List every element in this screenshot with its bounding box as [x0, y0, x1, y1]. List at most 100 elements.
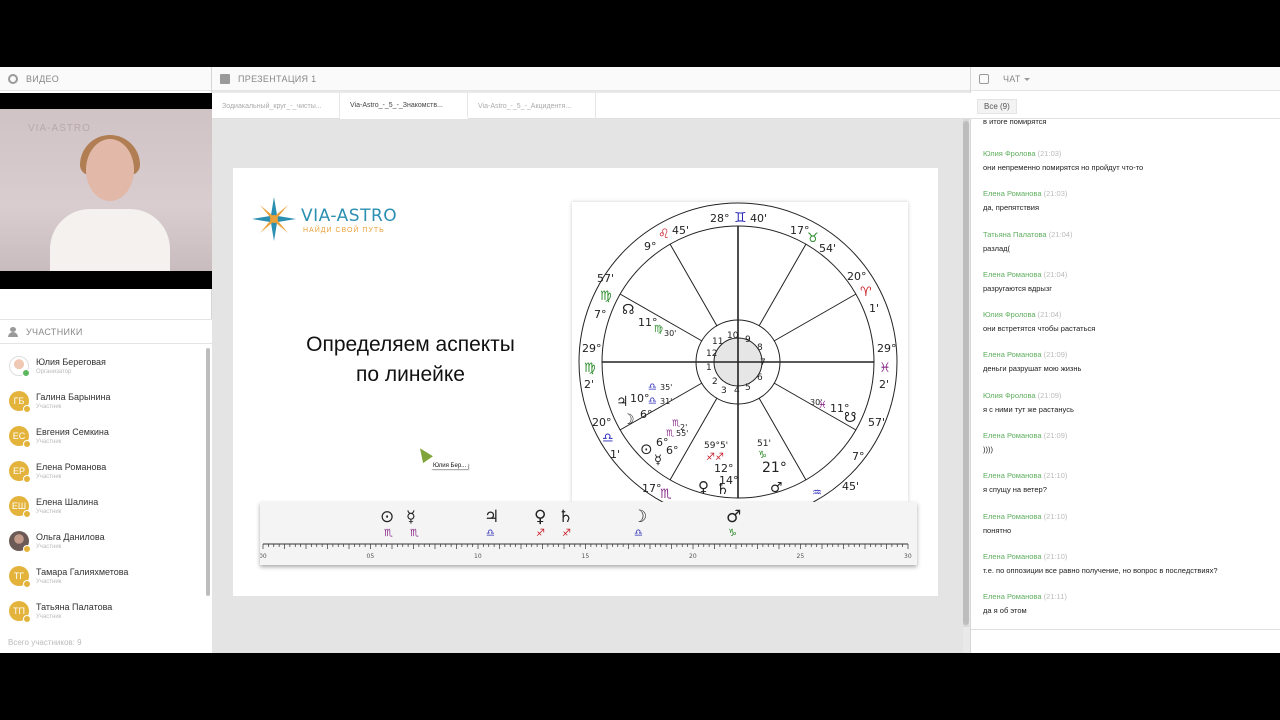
- chat-message-header: Елена Романова (21:11): [983, 584, 1280, 601]
- participant-role: Участник: [36, 438, 62, 445]
- chat-time: (21:04): [1048, 229, 1073, 239]
- ruler-tick-label: 05: [367, 553, 375, 560]
- participant-row[interactable]: ЕШ Елена Шалина Участник: [0, 488, 204, 523]
- chat-time: (21:10): [1043, 551, 1068, 561]
- left-column: ВИДЕО VIA-ASTRO УЧАСТНИКИ Юлия Береговая…: [0, 67, 212, 653]
- participant-info: Ольга Данилова Участник: [36, 532, 105, 550]
- svg-text:31': 31': [660, 397, 672, 406]
- tab-zodiac-circle[interactable]: Зодиакальный_круг_-_чисты...: [212, 93, 340, 119]
- svg-text:2': 2': [584, 378, 594, 391]
- participants-title: УЧАСТНИКИ: [26, 326, 83, 337]
- svg-text:6°: 6°: [640, 408, 653, 421]
- presenter-cursor-icon: [415, 444, 433, 464]
- participant-row[interactable]: ТГ Тамара Галияхметова Участник: [0, 558, 204, 593]
- participant-row[interactable]: ГБ Галина Барынина Участник: [0, 383, 204, 418]
- presenter-body: [50, 209, 170, 271]
- svg-text:2: 2: [712, 377, 718, 387]
- logo-title: VIA-ASTRO: [301, 206, 398, 226]
- svg-text:☽: ☽: [632, 507, 647, 527]
- svg-text:⊙: ⊙: [380, 507, 394, 527]
- svg-text:♐♐: ♐♐: [706, 452, 724, 463]
- svg-text:57': 57': [868, 416, 885, 429]
- svg-text:♎: ♎: [486, 528, 495, 539]
- chevron-down-icon: [1023, 77, 1030, 81]
- tab-via-astro-accidental[interactable]: Via-Astro_-_5_-_Акцидентя...: [468, 93, 596, 119]
- presentation-scrollbar[interactable]: [963, 119, 969, 627]
- status-badge: [23, 439, 31, 448]
- participant-row[interactable]: ТП Татьяна Палатова Участник: [0, 593, 204, 628]
- chat-title: ЧАТ: [1003, 73, 1021, 84]
- svg-text:♀: ♀: [534, 507, 546, 527]
- video-stream[interactable]: VIA-ASTRO: [0, 93, 212, 289]
- via-astro-logo: VIA-ASTRO НАЙДИ СВОЙ ПУТЬ: [249, 194, 409, 244]
- slide-heading-line1: Определяем аспекты: [306, 333, 515, 356]
- avatar: ЕР: [9, 460, 31, 483]
- status-badge: [23, 404, 31, 413]
- chat-message: Елена Романова (21:04) разругаются вдрызг: [971, 262, 1280, 302]
- svg-text:8: 8: [757, 343, 763, 353]
- chat-message-header: Елена Романова (21:09): [983, 423, 1280, 440]
- participant-row[interactable]: ЕС Евгения Семкина Участник: [0, 418, 204, 453]
- chat-author: Татьяна Палатова: [983, 229, 1047, 239]
- chat-title-button[interactable]: ЧАТ: [1003, 74, 1030, 84]
- svg-text:1': 1': [610, 448, 620, 461]
- svg-text:♏: ♏: [666, 429, 674, 439]
- svg-text:29°: 29°: [877, 342, 897, 355]
- avatar: ТГ: [9, 565, 31, 588]
- chat-message: Юлия Фролова (21:09) я с ними тут же раст…: [971, 383, 1280, 423]
- avatar-initials: ТГ: [13, 570, 25, 581]
- presentation-tabs: Зодиакальный_круг_-_чисты... Via-Astro_-…: [212, 93, 971, 119]
- participant-info: Елена Романова Участник: [36, 462, 106, 480]
- svg-text:☿: ☿: [406, 507, 416, 526]
- chat-text: да, препятствия: [983, 203, 1040, 213]
- chat-filter-all[interactable]: Все (9): [977, 99, 1017, 114]
- chat-message: Елена Романова (21:03) да, препятствия: [971, 181, 1280, 221]
- svg-text:♍: ♍: [584, 361, 596, 376]
- svg-text:4: 4: [734, 386, 740, 396]
- svg-text:59°5': 59°5': [704, 441, 728, 451]
- status-badge: [23, 474, 31, 483]
- chat-input[interactable]: [971, 629, 1280, 653]
- svg-text:♎: ♎: [648, 382, 657, 393]
- chat-message: в итоге помирятся: [971, 119, 1280, 141]
- chat-time: (21:10): [1043, 471, 1068, 481]
- svg-text:♏: ♏: [384, 528, 393, 539]
- chat-message: Елена Романова (21:11) да я об этом: [971, 584, 1280, 624]
- svg-text:45': 45': [842, 480, 859, 493]
- chat-message-header: Юлия Фролова (21:04): [983, 302, 1280, 319]
- participant-info: Юлия Береговая Организатор: [36, 357, 106, 375]
- svg-text:♌: ♌: [658, 227, 670, 242]
- natal-chart: 28° ♊ 40' 17° ♉ 54' 20° ♈ 1' 29° ♓ 2' 57' ♍ 7° 29°…: [572, 202, 908, 502]
- chat-icon: [979, 73, 989, 84]
- participant-row[interactable]: ЕР Елена Романова Участник: [0, 453, 204, 488]
- svg-text:♐: ♐: [562, 528, 571, 539]
- chat-message-header: Елена Романова (21:10): [983, 504, 1280, 521]
- svg-text:55': 55': [676, 429, 688, 438]
- chat-author: Елена Романова: [983, 471, 1042, 481]
- participant-row[interactable]: Юлия Береговая Организатор: [0, 348, 204, 383]
- svg-text:☿: ☿: [654, 453, 662, 468]
- svg-text:♎: ♎: [648, 396, 657, 407]
- svg-text:54': 54': [819, 242, 836, 255]
- chat-message: Елена Романова (21:09) деньги разрушат мо…: [971, 342, 1280, 382]
- ruler-tick-label: 15: [582, 553, 590, 560]
- tab-via-astro-intro[interactable]: Via-Astro_-_5_-_Знакомств...: [340, 93, 468, 119]
- participants-panel: УЧАСТНИКИ Юлия Береговая Организатор ГБ Гал…: [0, 319, 212, 653]
- svg-text:♎: ♎: [602, 431, 614, 446]
- avatar: [9, 530, 31, 553]
- presentation-scroll-thumb[interactable]: [963, 121, 969, 625]
- svg-text:♂: ♂: [770, 480, 783, 496]
- participants-scrollbar[interactable]: [206, 348, 210, 596]
- svg-text:♏: ♏: [660, 487, 672, 502]
- chat-author: Юлия Фролова: [983, 390, 1036, 400]
- chat-author: Елена Романова: [983, 350, 1042, 360]
- svg-text:7°: 7°: [852, 450, 865, 463]
- svg-text:20°: 20°: [592, 416, 612, 429]
- svg-text:♍: ♍: [600, 289, 612, 304]
- participant-row[interactable]: Ольга Данилова Участник: [0, 523, 204, 558]
- svg-text:⊙: ⊙: [640, 440, 653, 458]
- participant-role: Участник: [36, 508, 62, 515]
- video-panel-title: ВИДЕО: [26, 73, 60, 84]
- svg-text:♒: ♒: [812, 486, 822, 499]
- chat-time: (21:03): [1043, 189, 1068, 199]
